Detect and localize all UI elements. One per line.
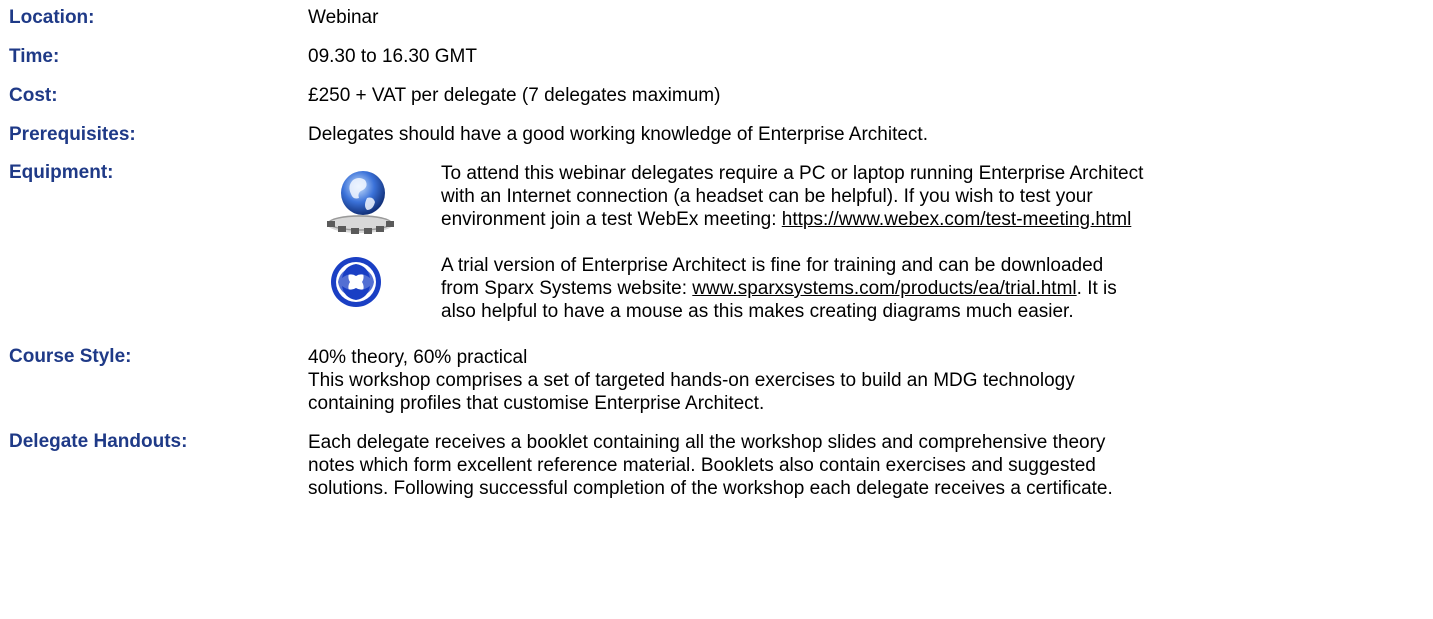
location-label: Location: (9, 7, 95, 28)
course-style-line3: containing profiles that customise Enter… (308, 393, 765, 414)
sparx-trial-link[interactable]: www.sparxsystems.com/products/ea/trial.h… (692, 278, 1076, 299)
course-style-line2: This workshop comprises a set of targete… (308, 370, 1075, 391)
cost-value: £250 + VAT per delegate (7 delegates max… (308, 85, 721, 106)
sparx-logo-icon (328, 254, 384, 310)
equipment-webinar-line2: with an Internet connection (a headset c… (441, 186, 1093, 207)
equipment-webinar-line1: To attend this webinar delegates require… (441, 163, 1144, 184)
webex-test-link[interactable]: https://www.webex.com/test-meeting.html (782, 209, 1132, 230)
equipment-trial-line1: A trial version of Enterprise Architect … (441, 255, 1104, 276)
globe-network-icon (323, 166, 397, 240)
equipment-trial-line2-suffix: . It is (1076, 278, 1117, 299)
cost-label: Cost: (9, 85, 58, 106)
equipment-label: Equipment: (9, 162, 114, 183)
time-value: 09.30 to 16.30 GMT (308, 46, 477, 67)
delegate-handouts-label: Delegate Handouts: (9, 431, 188, 452)
equipment-webinar-text: To attend this webinar delegates require… (441, 162, 1143, 231)
equipment-webinar-line3-prefix: environment join a test WebEx meeting: (441, 209, 782, 230)
time-label: Time: (9, 46, 60, 67)
location-value: Webinar (308, 7, 379, 28)
delegate-handouts-line1: Each delegate receives a booklet contain… (308, 432, 1106, 453)
equipment-trial-text: A trial version of Enterprise Architect … (441, 254, 1117, 323)
equipment-trial-line2: from Sparx Systems website: www.sparxsys… (441, 277, 1117, 300)
equipment-trial-line3: also helpful to have a mouse as this mak… (441, 301, 1074, 322)
delegate-handouts-text: Each delegate receives a booklet contain… (308, 431, 1113, 500)
course-style-text: 40% theory, 60% practical This workshop … (308, 346, 1075, 415)
equipment-trial-line2-prefix: from Sparx Systems website: (441, 278, 693, 299)
delegate-handouts-line3: solutions. Following successful completi… (308, 478, 1113, 499)
course-style-line1: 40% theory, 60% practical (308, 347, 528, 368)
course-style-label: Course Style: (9, 346, 132, 367)
prerequisites-value: Delegates should have a good working kno… (308, 124, 928, 145)
equipment-webinar-line3: environment join a test WebEx meeting: h… (441, 208, 1143, 231)
prerequisites-label: Prerequisites: (9, 124, 136, 145)
delegate-handouts-line2: notes which form excellent reference mat… (308, 455, 1096, 476)
